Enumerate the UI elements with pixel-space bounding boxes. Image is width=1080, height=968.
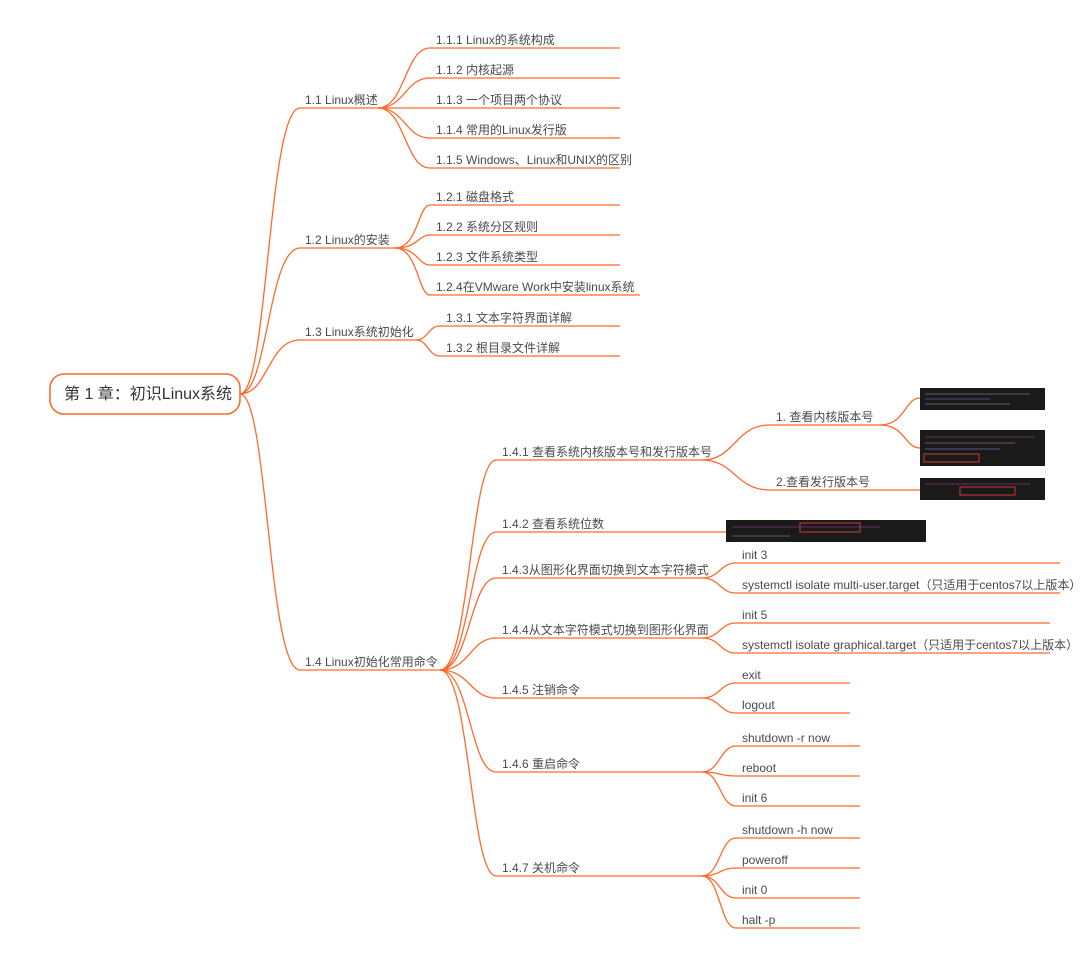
node-1-4-3[interactable]: 1.4.3从图形化界面切换到文本字符模式 (496, 562, 709, 578)
svg-text:1.2.1 磁盘格式: 1.2.1 磁盘格式 (436, 189, 514, 204)
root-node[interactable]: 第 1 章：初识Linux系统 (50, 374, 240, 414)
svg-text:init 3: init 3 (742, 548, 768, 562)
svg-text:1.4.3从图形化界面切换到文本字符模式: 1.4.3从图形化界面切换到文本字符模式 (502, 562, 709, 577)
svg-text:1.3 Linux系统初始化: 1.3 Linux系统初始化 (305, 325, 414, 339)
node-1-4-6-c[interactable]: init 6 (736, 791, 860, 806)
svg-text:logout: logout (742, 698, 775, 712)
svg-text:1.4 Linux初始化常用命令: 1.4 Linux初始化常用命令 (305, 654, 438, 669)
svg-text:reboot: reboot (742, 761, 777, 775)
svg-text:halt -p: halt -p (742, 913, 776, 927)
node-1-1[interactable]: 1.1 Linux概述 (300, 93, 378, 108)
node-1-1-4[interactable]: 1.1.4 常用的Linux发行版 (430, 122, 620, 138)
svg-text:exit: exit (742, 668, 761, 682)
svg-text:poweroff: poweroff (742, 853, 788, 867)
node-1-4-6-b[interactable]: reboot (736, 761, 860, 776)
terminal-thumbnail (920, 430, 1045, 466)
svg-text:1.4.5 注销命令: 1.4.5 注销命令 (502, 682, 580, 697)
node-1-1-1[interactable]: 1.1.1 Linux的系统构成 (430, 32, 620, 48)
node-1-1-2[interactable]: 1.1.2 内核起源 (430, 63, 620, 78)
node-1-1-5[interactable]: 1.1.5 Windows、Linux和UNIX的区别 (430, 152, 632, 168)
node-1-4-7-c[interactable]: init 0 (736, 883, 860, 898)
svg-text:1.1.2 内核起源: 1.1.2 内核起源 (436, 63, 514, 77)
svg-text:2.查看发行版本号: 2.查看发行版本号 (776, 474, 870, 489)
svg-text:systemctl isolate multi-user.: systemctl isolate multi-user.target（只适用于… (742, 578, 1080, 592)
svg-text:1.1.3 一个项目两个协议: 1.1.3 一个项目两个协议 (436, 92, 562, 107)
svg-text:init 5: init 5 (742, 608, 768, 622)
svg-text:1.4.6 重启命令: 1.4.6 重启命令 (502, 756, 580, 771)
node-1-4-7-b[interactable]: poweroff (736, 853, 860, 868)
terminal-thumbnail (920, 478, 1045, 500)
node-1-4-1[interactable]: 1.4.1 查看系统内核版本号和发行版本号 (496, 444, 712, 460)
node-1-2-4[interactable]: 1.2.4在VMware Work中安装linux系统 (430, 279, 640, 295)
svg-text:1.3.2 根目录文件详解: 1.3.2 根目录文件详解 (446, 340, 560, 355)
svg-text:1.4.4从文本字符模式切换到图形化界面: 1.4.4从文本字符模式切换到图形化界面 (502, 622, 709, 637)
svg-text:systemctl isolate graphical.t: systemctl isolate graphical.target（只适用于c… (742, 638, 1078, 652)
node-1-4-1-b[interactable]: 2.查看发行版本号 (770, 474, 880, 490)
node-1-4-5-b[interactable]: logout (736, 698, 850, 713)
node-1-4-4[interactable]: 1.4.4从文本字符模式切换到图形化界面 (496, 622, 709, 638)
node-1-4-6-a[interactable]: shutdown -r now (736, 731, 860, 746)
node-1-4-5[interactable]: 1.4.5 注销命令 (496, 682, 702, 698)
svg-text:1.2 Linux的安装: 1.2 Linux的安装 (305, 232, 390, 247)
node-1-4-3-a[interactable]: init 3 (736, 548, 1060, 563)
node-1-4-7[interactable]: 1.4.7 关机命令 (496, 860, 702, 876)
mindmap-canvas: 第 1 章：初识Linux系统 1.1 Linux概述 1.1.1 Linux的… (0, 0, 1080, 968)
node-1-4-1-a[interactable]: 1. 查看内核版本号 (770, 410, 880, 425)
svg-text:1.2.4在VMware Work中安装linux系统: 1.2.4在VMware Work中安装linux系统 (436, 279, 635, 294)
terminal-thumbnail (726, 520, 926, 542)
svg-text:init 0: init 0 (742, 883, 768, 897)
terminal-thumbnail (920, 388, 1045, 410)
node-1-2-1[interactable]: 1.2.1 磁盘格式 (430, 189, 620, 205)
node-1-3-1[interactable]: 1.3.1 文本字符界面详解 (440, 310, 620, 326)
node-1-4-7-a[interactable]: shutdown -h now (736, 823, 860, 838)
svg-text:1.2.2 系统分区规则: 1.2.2 系统分区规则 (436, 219, 538, 234)
svg-text:1.1.4 常用的Linux发行版: 1.1.4 常用的Linux发行版 (436, 122, 567, 137)
node-1-2-2[interactable]: 1.2.2 系统分区规则 (430, 219, 620, 235)
node-1-4-4-a[interactable]: init 5 (736, 608, 1050, 623)
node-1-4-7-d[interactable]: halt -p (736, 913, 860, 928)
svg-text:init 6: init 6 (742, 791, 768, 805)
node-1-2-3[interactable]: 1.2.3 文件系统类型 (430, 249, 620, 265)
node-1-4[interactable]: 1.4 Linux初始化常用命令 (300, 654, 440, 670)
node-1-3-2[interactable]: 1.3.2 根目录文件详解 (440, 340, 620, 356)
svg-text:shutdown -r now: shutdown -r now (742, 731, 830, 745)
svg-text:shutdown -h now: shutdown -h now (742, 823, 833, 837)
svg-text:1.4.1 查看系统内核版本号和发行版本号: 1.4.1 查看系统内核版本号和发行版本号 (502, 444, 712, 459)
node-1-1-3[interactable]: 1.1.3 一个项目两个协议 (430, 92, 620, 108)
svg-text:1.1 Linux概述: 1.1 Linux概述 (305, 93, 378, 107)
node-1-4-4-b[interactable]: systemctl isolate graphical.target（只适用于c… (736, 638, 1078, 653)
node-1-4-2[interactable]: 1.4.2 查看系统位数 (496, 516, 702, 532)
root-label: 第 1 章：初识Linux系统 (64, 385, 232, 403)
node-1-4-6[interactable]: 1.4.6 重启命令 (496, 756, 702, 772)
svg-text:1.1.1 Linux的系统构成: 1.1.1 Linux的系统构成 (436, 32, 555, 47)
node-1-2[interactable]: 1.2 Linux的安装 (300, 232, 395, 248)
svg-text:1.1.5 Windows、Linux和UNIX的区别: 1.1.5 Windows、Linux和UNIX的区别 (436, 152, 632, 167)
svg-text:1.4.7 关机命令: 1.4.7 关机命令 (502, 860, 580, 875)
svg-text:1.2.3 文件系统类型: 1.2.3 文件系统类型 (436, 249, 538, 264)
node-1-4-3-b[interactable]: systemctl isolate multi-user.target（只适用于… (736, 578, 1080, 593)
svg-text:1.4.2 查看系统位数: 1.4.2 查看系统位数 (502, 516, 604, 531)
svg-text:1.3.1 文本字符界面详解: 1.3.1 文本字符界面详解 (446, 310, 572, 325)
node-1-3[interactable]: 1.3 Linux系统初始化 (300, 325, 416, 340)
svg-text:1. 查看内核版本号: 1. 查看内核版本号 (776, 410, 873, 424)
node-1-4-5-a[interactable]: exit (736, 668, 850, 683)
